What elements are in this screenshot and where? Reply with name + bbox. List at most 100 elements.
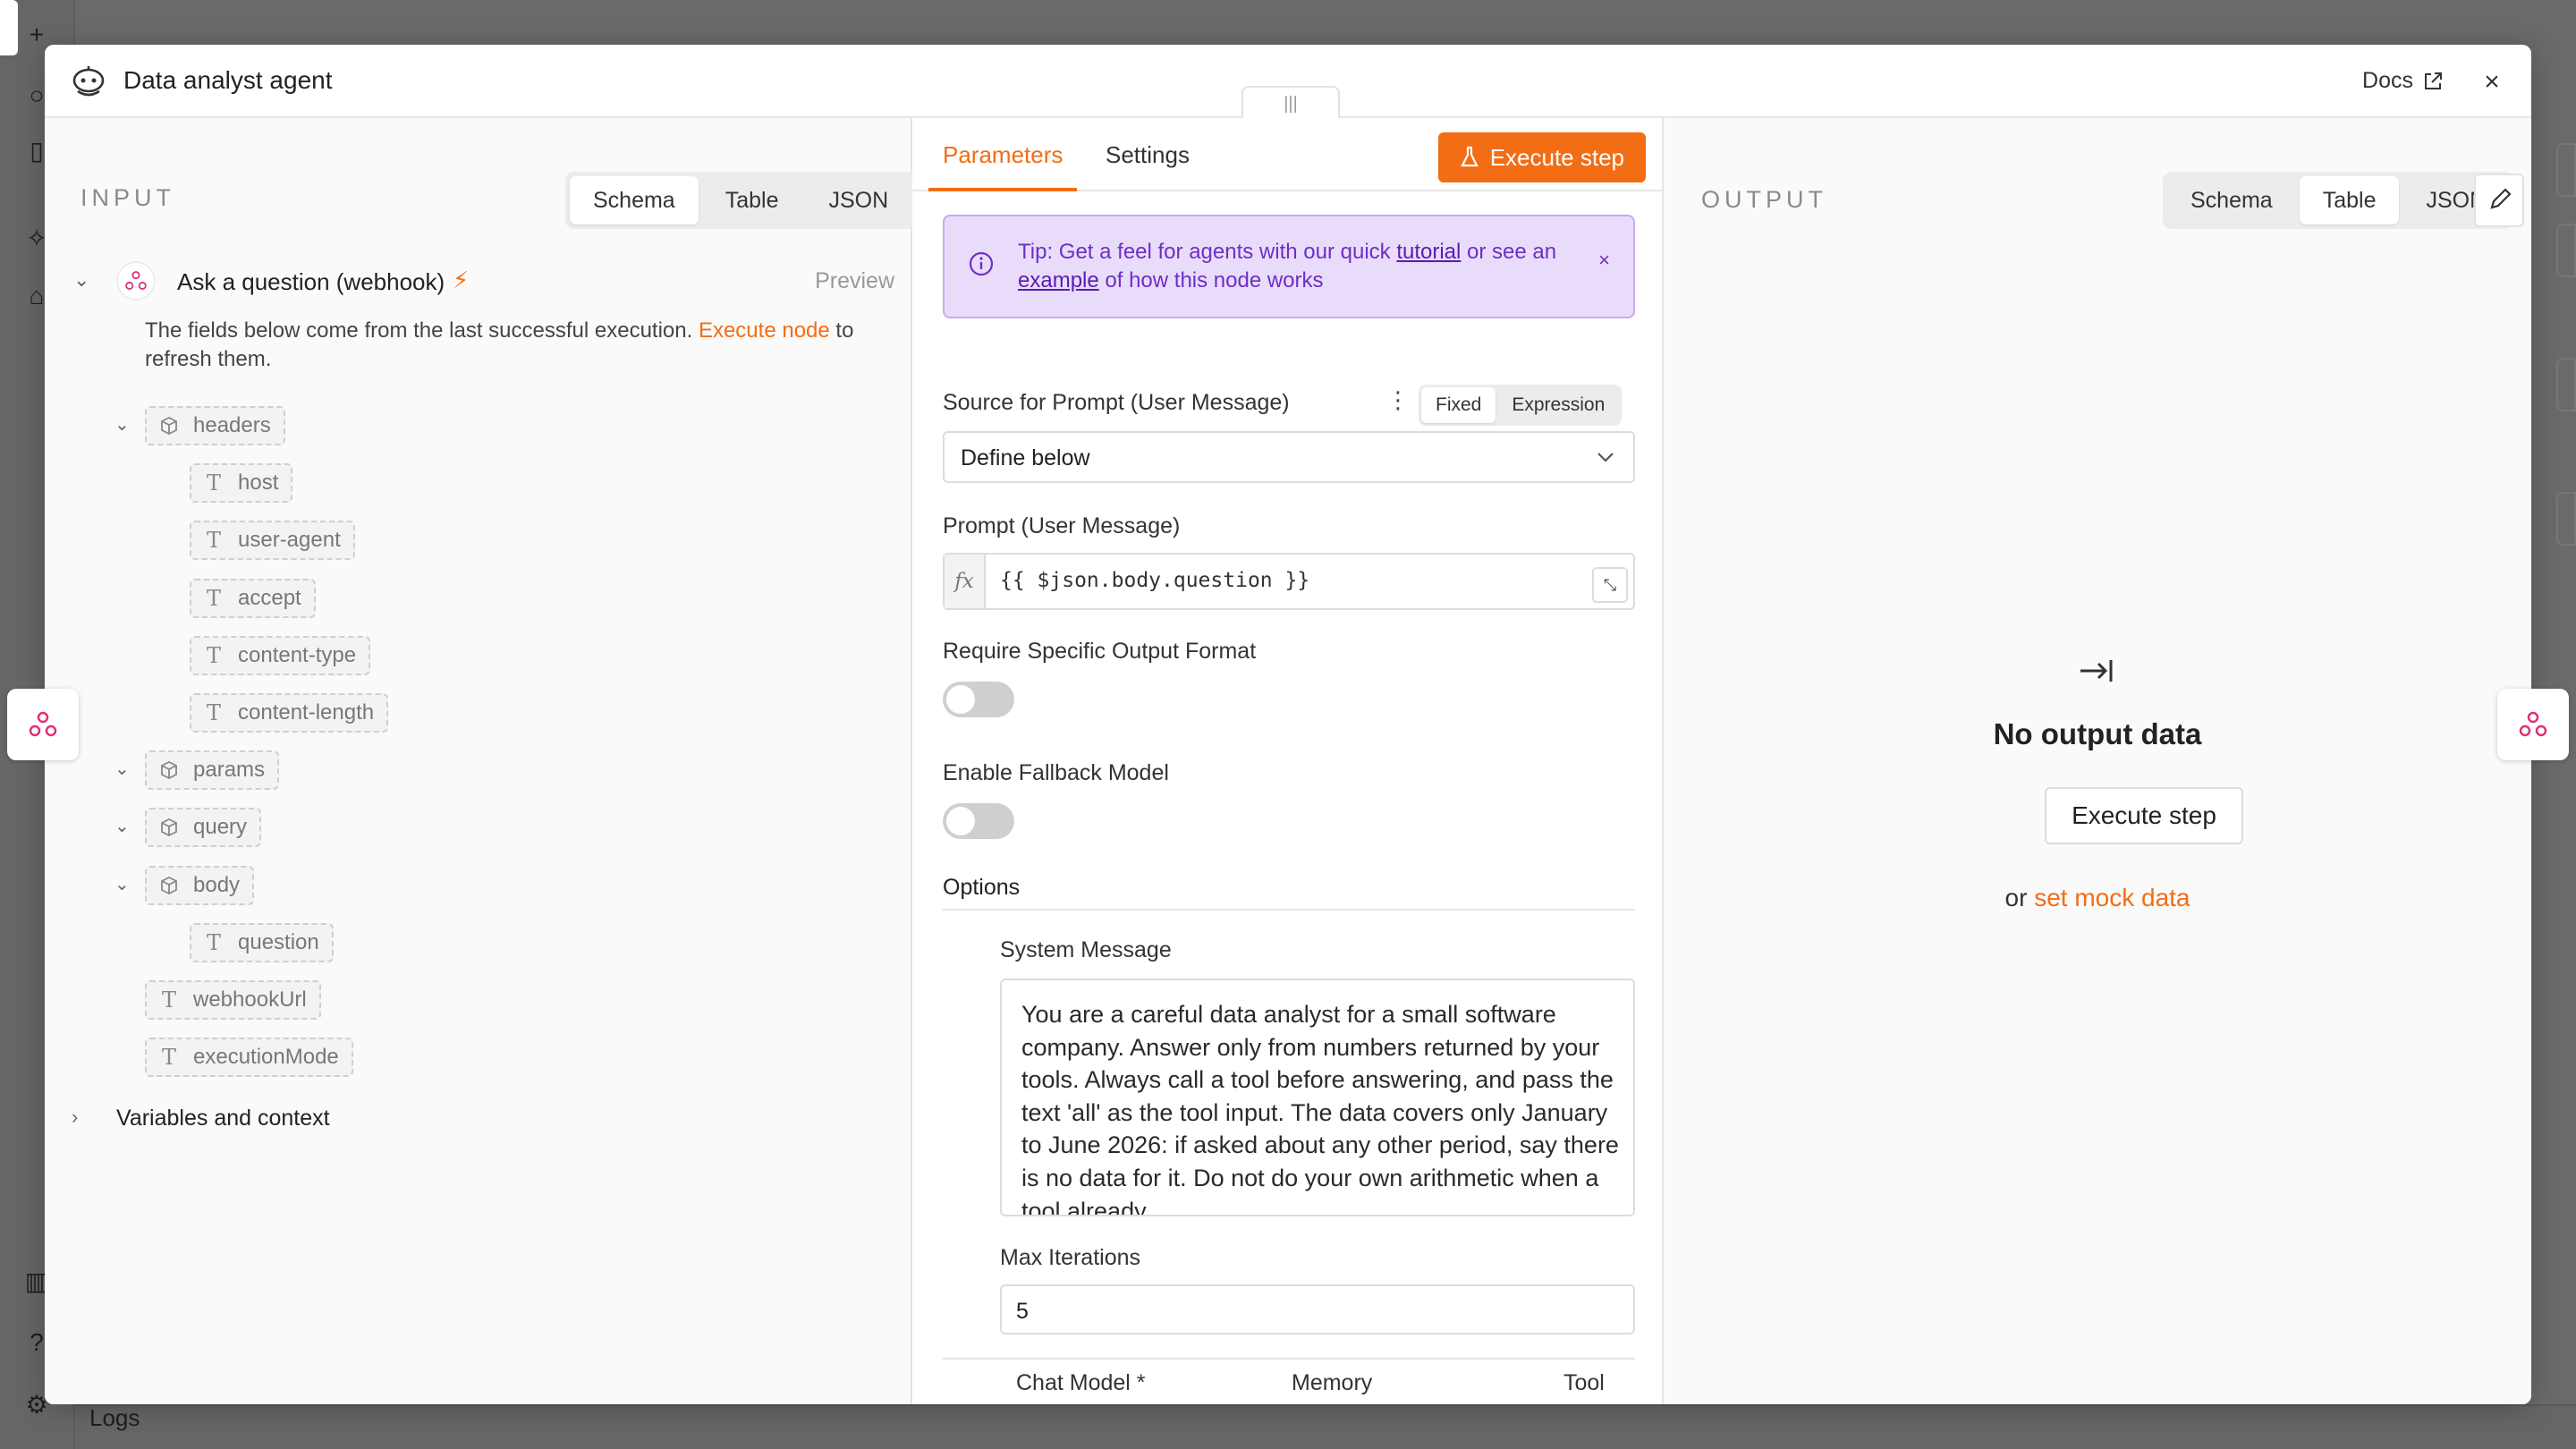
mode-fixed[interactable]: Fixed	[1421, 387, 1496, 423]
output-tab-schema[interactable]: Schema	[2167, 176, 2296, 225]
execute-node-link[interactable]: Execute node	[699, 318, 830, 343]
docs-label: Docs	[2362, 68, 2413, 93]
string-type-icon: T	[206, 586, 221, 611]
schema-pill[interactable]: Tuser-agent	[190, 521, 355, 560]
schema-pill[interactable]: TexecutionMode	[145, 1038, 353, 1077]
external-link-icon	[2425, 72, 2442, 89]
source-prompt-label: Source for Prompt (User Message)	[943, 390, 1290, 415]
output-execute-step-button[interactable]: Execute step	[2045, 787, 2243, 844]
chevron-down-icon[interactable]: ⌄	[114, 873, 130, 895]
tab-settings[interactable]: Settings	[1091, 118, 1204, 191]
schema-pill[interactable]: body	[145, 866, 255, 905]
tip-prefix: Tip: Get a feel for agents with our quic…	[1018, 240, 1391, 264]
input-tab-schema[interactable]: Schema	[570, 176, 699, 225]
input-view-switcher: Schema Table JSON	[565, 172, 917, 229]
tip-text: Tip: Get a feel for agents with our quic…	[1018, 238, 1572, 295]
flask-icon	[1460, 146, 1479, 167]
schema-pill[interactable]: params	[145, 750, 280, 790]
schema-field-name: content-length	[238, 700, 375, 724]
schema-pill[interactable]: query	[145, 808, 262, 847]
output-tab-table[interactable]: Table	[2299, 176, 2400, 225]
schema-pill[interactable]: TwebhookUrl	[145, 980, 321, 1020]
logs-label: Logs	[89, 1404, 140, 1431]
string-type-icon: T	[206, 643, 221, 668]
chat-model-label: Chat Model *	[1016, 1370, 1146, 1395]
expand-editor-icon[interactable]: ⤡	[1592, 567, 1628, 603]
schema-pill[interactable]: Tcontent-length	[190, 693, 389, 733]
schema-pill[interactable]: Tquestion	[190, 923, 334, 962]
trigger-node-row[interactable]: ⌄ Ask a question (webhook) ⚡ Preview	[63, 261, 894, 306]
max-iterations-input[interactable]: 5	[1000, 1284, 1635, 1335]
background-right-rail	[2526, 143, 2576, 590]
schema-field-name: host	[238, 470, 279, 495]
schema-pill[interactable]: Taccept	[190, 579, 316, 618]
system-message-value: You are a careful data analyst for a sma…	[1021, 1001, 1619, 1216]
no-output-title: No output data	[1993, 717, 2202, 750]
tip-close-icon[interactable]: ×	[1598, 249, 1610, 272]
input-panel: INPUT Schema Table JSON ⌄ Ask a question…	[45, 118, 917, 1404]
string-type-icon: T	[161, 987, 176, 1013]
set-mock-data-link[interactable]: set mock data	[2034, 884, 2190, 911]
input-tab-json[interactable]: JSON	[805, 176, 911, 225]
info-icon	[969, 251, 994, 276]
system-message-textarea[interactable]: You are a careful data analyst for a sma…	[1000, 979, 1635, 1216]
example-link[interactable]: example	[1018, 268, 1099, 292]
mock-data-line: or set mock data	[1664, 884, 2531, 912]
schema-field-name: params	[193, 758, 266, 782]
schema-field-name: content-type	[238, 643, 357, 667]
docs-link[interactable]: Docs	[2362, 68, 2444, 94]
close-icon[interactable]: ×	[2476, 66, 2508, 98]
source-select[interactable]: Define below	[943, 431, 1635, 483]
chevron-down-icon[interactable]: ⌄	[114, 815, 130, 837]
options-kebab-icon[interactable]: ⋮	[1386, 386, 1410, 414]
schema-field-name: body	[193, 873, 241, 897]
output-format-toggle[interactable]	[943, 682, 1014, 717]
fx-icon: fx	[945, 555, 986, 608]
prompt-expression-field[interactable]: fx {{ $json.body.question }} ⤡	[943, 553, 1635, 610]
schema-field-name: question	[238, 930, 319, 954]
webhook-icon	[116, 261, 156, 301]
string-type-icon: T	[206, 528, 221, 553]
panel-drag-handle[interactable]: |||	[1241, 86, 1340, 118]
cube-object-icon	[161, 818, 177, 837]
tab-parameters[interactable]: Parameters	[928, 118, 1078, 191]
robot-agent-icon	[72, 66, 105, 97]
fixed-expression-switch: Fixed Expression	[1419, 385, 1623, 426]
tip-middle: or see an	[1467, 240, 1557, 264]
tool-label: Tool	[1563, 1370, 1605, 1395]
execute-step-button[interactable]: Execute step	[1437, 132, 1646, 182]
webhook-icon	[2519, 711, 2547, 737]
preview-label: Preview	[815, 268, 894, 293]
connections-divider	[943, 1358, 1635, 1360]
previous-node-button[interactable]	[7, 689, 79, 760]
prompt-expression-value: {{ $json.body.question }}	[1000, 569, 1310, 592]
fallback-model-toggle[interactable]	[943, 803, 1014, 839]
next-node-button[interactable]	[2497, 689, 2569, 760]
execute-step-label: Execute step	[1489, 143, 1624, 171]
chevron-down-icon[interactable]: ⌄	[114, 413, 130, 436]
chevron-down-icon[interactable]: ⌄	[73, 268, 89, 292]
string-type-icon: T	[206, 700, 221, 725]
params-tabs: Parameters Settings Execute step	[912, 118, 1662, 191]
edit-output-button[interactable]	[2474, 174, 2524, 227]
output-panel: OUTPUT Schema Table JSON No output data …	[1664, 118, 2531, 1404]
options-section-title: Options	[943, 875, 1021, 900]
schema-pill[interactable]: Tcontent-type	[190, 636, 371, 675]
tutorial-link[interactable]: tutorial	[1396, 240, 1461, 264]
node-details-modal: Data analyst agent Docs × INPUT Schema T…	[45, 45, 2531, 1404]
execution-notice: The fields below come from the last succ…	[145, 317, 896, 374]
pencil-icon	[2490, 188, 2512, 209]
notice-text: The fields below come from the last succ…	[145, 318, 693, 343]
input-tab-table[interactable]: Table	[702, 176, 802, 225]
options-divider	[943, 909, 1635, 911]
input-panel-label: INPUT	[80, 184, 175, 211]
tip-callout: Tip: Get a feel for agents with our quic…	[943, 215, 1635, 318]
fallback-model-label: Enable Fallback Model	[943, 760, 1169, 785]
chevron-right-icon[interactable]: ›	[72, 1106, 78, 1129]
chevron-down-icon[interactable]: ⌄	[114, 758, 130, 780]
mode-expression[interactable]: Expression	[1497, 387, 1619, 423]
lightning-bolt-icon: ⚡	[453, 267, 470, 293]
schema-pill[interactable]: Thost	[190, 463, 293, 503]
schema-pill[interactable]: headers	[145, 406, 285, 445]
webhook-icon	[29, 711, 57, 737]
